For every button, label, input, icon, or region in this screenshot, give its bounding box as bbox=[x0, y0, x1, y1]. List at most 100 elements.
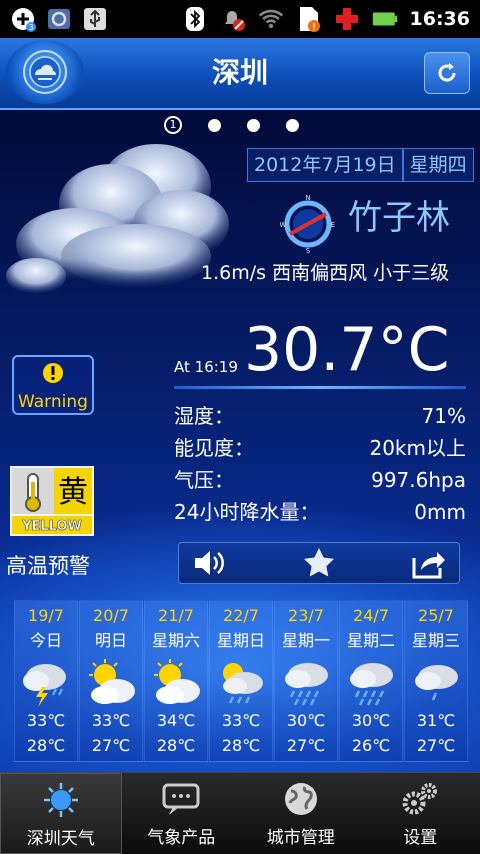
date-text: 2012年7月19日 bbox=[248, 149, 402, 181]
stat-value: 71% bbox=[421, 404, 466, 428]
forecast-day[interactable]: 23/7 星期一 30℃ 27℃ bbox=[274, 600, 338, 762]
forecast-date: 23/7 bbox=[288, 606, 324, 625]
forecast-high: 33℃ bbox=[221, 711, 261, 730]
light-rain-icon bbox=[410, 659, 462, 707]
forecast-high: 33℃ bbox=[26, 711, 66, 730]
message-icon bbox=[161, 781, 201, 817]
refresh-icon bbox=[438, 63, 456, 82]
page-title: 深圳 bbox=[211, 56, 268, 89]
nav-item-sun[interactable]: 深圳天气 bbox=[0, 773, 122, 854]
stat-row-humidity: 湿度： 71% bbox=[174, 400, 466, 432]
forecast-high: 33℃ bbox=[91, 711, 131, 730]
sun-icon bbox=[41, 782, 81, 818]
forecast-date: 24/7 bbox=[353, 606, 389, 625]
favorite-star-icon[interactable] bbox=[302, 546, 336, 580]
rain-icon bbox=[345, 659, 397, 707]
sun-rain-icon bbox=[215, 659, 267, 707]
svg-text:!: ! bbox=[312, 22, 316, 33]
clock: 16:36 bbox=[409, 8, 470, 30]
forecast-weekday: 明日 bbox=[94, 631, 127, 650]
warning-icon bbox=[43, 363, 63, 383]
rain-icon bbox=[280, 659, 332, 707]
stat-row-visibility: 能见度： 20km以上 bbox=[174, 432, 466, 464]
stat-value: 997.6hpa bbox=[371, 468, 466, 492]
warning-button[interactable]: Warning bbox=[12, 355, 94, 415]
stat-row-pressure: 气压： 997.6hpa bbox=[174, 464, 466, 496]
svg-text:W: W bbox=[280, 221, 287, 229]
stat-row-precipitation: 24小时降水量： 0mm bbox=[174, 496, 466, 528]
nav-item-globe[interactable]: 城市管理 bbox=[241, 773, 361, 854]
partly-cloudy-icon bbox=[150, 659, 202, 707]
forecast-day[interactable]: 22/7 星期日 33℃ 28℃ bbox=[209, 600, 273, 762]
weekday-text: 星期四 bbox=[401, 149, 473, 181]
svg-text:S: S bbox=[306, 247, 311, 254]
forecast-low: 28℃ bbox=[221, 736, 261, 755]
nav-label: 城市管理 bbox=[266, 828, 335, 848]
forecast-low: 27℃ bbox=[416, 736, 456, 755]
forecast-low: 28℃ bbox=[26, 736, 66, 755]
forecast-date: 20/7 bbox=[93, 606, 129, 625]
app-notification-icon bbox=[46, 6, 72, 32]
share-icon[interactable] bbox=[411, 546, 447, 580]
wind-info: 1.6m/s 西南偏西风 小于三级 bbox=[201, 262, 450, 284]
stat-value: 20km以上 bbox=[369, 436, 466, 460]
observation-time: At 16:19 bbox=[174, 358, 238, 376]
alert-title: 高温预警 bbox=[6, 554, 90, 578]
forecast-weekday: 星期三 bbox=[411, 631, 460, 650]
action-bar bbox=[178, 542, 460, 584]
forecast-weekday: 星期六 bbox=[151, 631, 200, 650]
wifi-icon bbox=[258, 6, 284, 32]
date-display: 2012年7月19日 星期四 bbox=[247, 148, 474, 182]
bluetooth-icon bbox=[182, 6, 208, 32]
stat-label: 湿度： bbox=[174, 404, 234, 428]
refresh-button[interactable] bbox=[424, 52, 470, 94]
nav-item-message[interactable]: 气象产品 bbox=[122, 773, 242, 854]
divider bbox=[174, 386, 466, 389]
forecast-low: 26℃ bbox=[351, 736, 391, 755]
yellow-heat-warning-sign-icon[interactable]: 黄 YELLOW bbox=[10, 466, 94, 536]
thunderstorm-icon bbox=[20, 659, 72, 707]
forecast-weekday: 星期一 bbox=[281, 631, 330, 650]
forecast-day[interactable]: 21/7 星期六 34℃ 28℃ bbox=[144, 600, 208, 762]
partly-cloudy-icon bbox=[85, 659, 137, 707]
forecast-list: 19/7 今日 33℃ 28℃ 20/7 明日 33℃ 27℃ 21/7 星期六 34℃ 28℃ 22/… bbox=[14, 600, 468, 762]
forecast-day[interactable]: 25/7 星期三 31℃ 27℃ bbox=[404, 600, 468, 762]
forecast-weekday: 今日 bbox=[29, 631, 62, 650]
forecast-date: 22/7 bbox=[223, 606, 259, 625]
page-dot[interactable] bbox=[247, 118, 260, 132]
warning-label: Warning bbox=[18, 392, 88, 412]
station-name: 竹子林 bbox=[348, 198, 450, 238]
forecast-date: 21/7 bbox=[158, 606, 194, 625]
sd-card-warning-icon: ! bbox=[296, 6, 322, 33]
forecast-date: 19/7 bbox=[28, 606, 64, 625]
nav-label: 深圳天气 bbox=[26, 829, 95, 849]
status-bar: 3 ! 16:36 bbox=[0, 0, 480, 38]
forecast-day[interactable]: 24/7 星期二 30℃ 26℃ bbox=[339, 600, 403, 762]
forecast-day[interactable]: 19/7 今日 33℃ 28℃ bbox=[14, 600, 78, 762]
stat-label: 24小时降水量： bbox=[174, 500, 320, 524]
forecast-high: 31℃ bbox=[416, 711, 456, 730]
svg-text:3: 3 bbox=[28, 23, 33, 32]
nav-label: 设置 bbox=[403, 828, 438, 848]
current-temperature: 30.7°C bbox=[244, 315, 450, 385]
stat-label: 能见度： bbox=[174, 436, 254, 460]
forecast-weekday: 星期二 bbox=[346, 631, 395, 650]
speaker-icon[interactable] bbox=[191, 546, 227, 580]
forecast-low: 27℃ bbox=[91, 736, 131, 755]
medical-cross-icon bbox=[334, 6, 360, 32]
forecast-date: 25/7 bbox=[418, 606, 454, 625]
forecast-day[interactable]: 20/7 明日 33℃ 27℃ bbox=[79, 600, 143, 762]
app-header: 深圳 bbox=[0, 38, 480, 110]
stat-value: 0mm bbox=[414, 500, 466, 524]
alarm-muted-icon bbox=[220, 6, 246, 32]
svg-text:YELLOW: YELLOW bbox=[21, 519, 82, 534]
page-dot[interactable] bbox=[286, 118, 299, 132]
globe-icon bbox=[281, 781, 321, 817]
battery-icon bbox=[372, 6, 398, 32]
forecast-high: 30℃ bbox=[351, 711, 391, 730]
nav-item-gears[interactable]: 设置 bbox=[361, 773, 480, 854]
nav-label: 气象产品 bbox=[147, 828, 216, 848]
svg-text:N: N bbox=[305, 194, 310, 202]
weather-panel: 1 2012年7月19日 星期四 N E S W 竹子林 1.6m/s 西南偏西… bbox=[0, 110, 480, 772]
forecast-high: 30℃ bbox=[286, 711, 326, 730]
